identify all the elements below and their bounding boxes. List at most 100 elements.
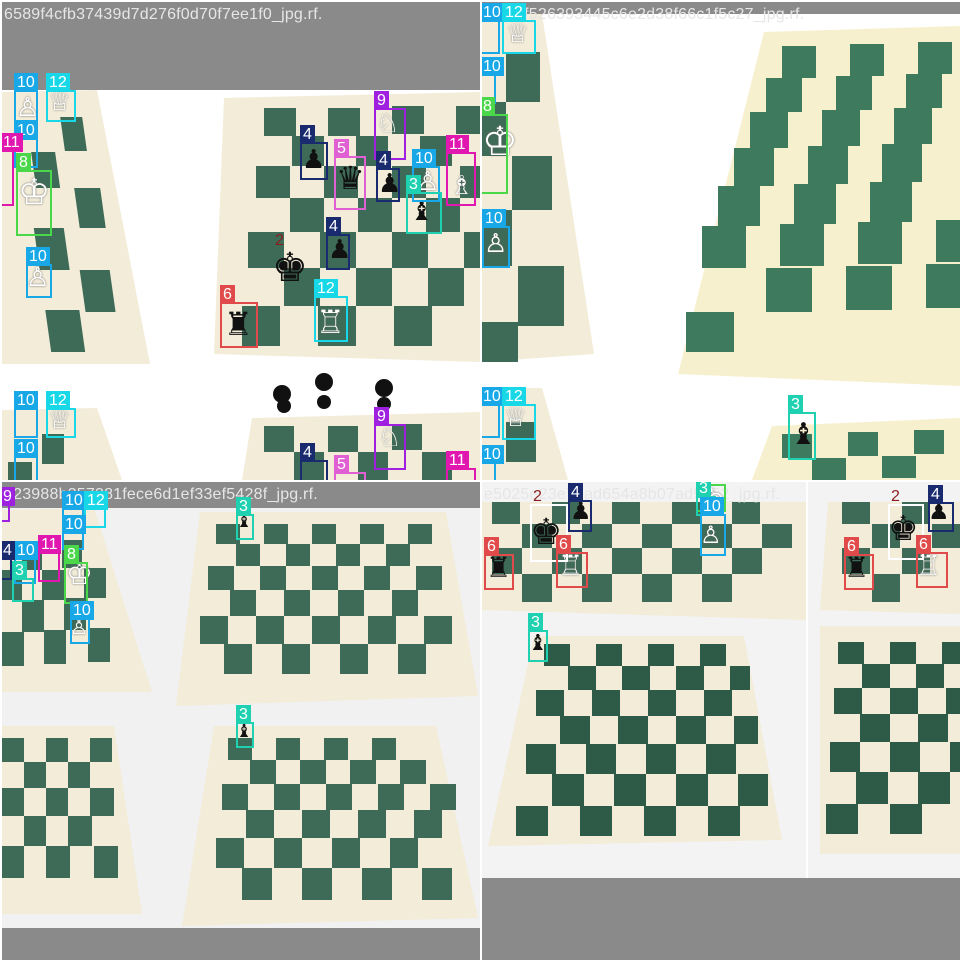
mosaic-divider-horizontal (0, 480, 960, 482)
detection-label: 2 (891, 488, 900, 505)
detection-label: 3 (788, 395, 803, 414)
mosaic-tile-2: f9c5ef526393445c6e2d38f66c1f5c27_jpg.rf.… (482, 2, 960, 480)
mosaic-tile-3: 123988b357381fece6d1ef33ef5428f_jpg.rf. … (2, 482, 480, 960)
detection-label: 12 (314, 279, 338, 298)
detection-box: 12 (502, 3, 536, 54)
detection-box: 10 (482, 3, 504, 54)
detection-box: 5 (334, 455, 366, 480)
detection-label: 5 (334, 139, 349, 158)
detection-label: 10 (14, 541, 38, 560)
detection-label: 11 (38, 535, 61, 554)
detection-label: 10 (482, 57, 504, 76)
detection-box: 5 (334, 139, 366, 210)
detection-label: 8 (64, 545, 79, 564)
detection-box: 9 (2, 487, 15, 522)
detection-label: 11 (446, 451, 469, 470)
detection-label: 11 (446, 135, 469, 154)
detection-label: 2 (275, 232, 284, 249)
detection-label: 8 (482, 97, 495, 116)
detection-label: 9 (2, 487, 15, 506)
detection-box: 12 (314, 279, 348, 342)
detection-box: 3 (12, 561, 34, 602)
detection-box: 10 (14, 439, 38, 480)
detection-box: 6 (220, 285, 258, 348)
detection-label: 9 (374, 91, 389, 110)
detection-box: 10 (482, 445, 504, 480)
detection-label: 6 (556, 535, 571, 554)
tile-3-filename: 123988b357381fece6d1ef33ef5428f_jpg.rf. (4, 486, 318, 503)
detection-box: 11 (38, 535, 61, 582)
detection-label: 3 (696, 482, 711, 498)
detection-label: 6 (484, 537, 499, 556)
detection-box: 10 (14, 73, 38, 122)
detection-label: 4 (2, 541, 15, 560)
detection-label: 12 (84, 491, 108, 510)
detection-label: 10 (26, 247, 50, 266)
detection-box: 10 (482, 209, 510, 268)
detection-box: 4 (376, 151, 400, 202)
detection-label: 4 (326, 217, 341, 236)
detection-box: 8 (482, 97, 508, 194)
detection-box: 10 (70, 601, 94, 644)
detection-label: 10 (482, 3, 504, 22)
detection-box: 6 (844, 537, 874, 590)
detection-label: 3 (528, 613, 543, 632)
detection-box: 4 (568, 483, 592, 532)
detection-label: 12 (502, 387, 526, 406)
detection-box: 6 (916, 535, 948, 588)
detection-label: 12 (502, 3, 526, 22)
detection-box: 4 (928, 485, 954, 532)
detection-box: 11 (446, 451, 476, 480)
detection-box: 10 (700, 497, 726, 556)
detection-label: 3 (236, 497, 251, 516)
detection-label: 9 (374, 407, 389, 426)
detection-label: 4 (376, 151, 391, 170)
detection-box: 3 (406, 175, 442, 234)
detection-label: 10 (14, 73, 38, 92)
detection-box: 12 (84, 491, 108, 528)
detection-box: 6 (556, 535, 588, 588)
detection-box: 3 (528, 613, 548, 662)
detection-label: 3 (236, 705, 251, 724)
tile-1-filename: 6589f4cfb37439d7d276f0d70f7ee1f0_jpg.rf. (4, 6, 323, 23)
detection-label: 5 (334, 455, 349, 474)
detection-label: 4 (300, 125, 315, 144)
detection-box: 6 (484, 537, 514, 590)
detection-label: 3 (406, 175, 421, 194)
detection-box: 10 (26, 247, 52, 298)
detection-label: 10 (482, 445, 504, 464)
detection-box: 11 (446, 135, 476, 206)
detection-box: 3 (236, 705, 254, 748)
detection-box: 4 (326, 217, 350, 270)
detection-label: 10 (412, 149, 436, 168)
detection-label: 10 (482, 387, 504, 406)
detection-label: 10 (62, 515, 86, 534)
detection-label: 10 (14, 391, 38, 410)
detection-box: 3 (236, 497, 254, 540)
mosaic-tile-1: 6589f4cfb37439d7d276f0d70f7ee1f0_jpg.rf.… (2, 2, 480, 480)
detection-box: 12 (46, 73, 76, 122)
detection-label: 8 (16, 153, 31, 172)
detection-box: 10 (14, 391, 38, 438)
detection-label: 12 (46, 391, 70, 410)
tile-4-filename: e5025e23e7ead654a8b07ad9d52_jpg.rf. (484, 486, 781, 503)
detection-label: 2 (533, 488, 542, 505)
detection-box: 11 (2, 133, 23, 206)
detection-box: 10 (482, 387, 504, 438)
mosaic-tile-4: e5025e23e7ead654a8b07ad9d52_jpg.rf. ♚ ♟ … (482, 482, 960, 960)
detection-label: 4 (568, 483, 583, 502)
detection-box: 4 (300, 443, 328, 480)
detection-label: 6 (916, 535, 931, 554)
detection-box: 2 (272, 232, 312, 310)
detection-label: 10 (482, 209, 506, 228)
detection-box: 9 (374, 407, 406, 470)
detection-label: 10 (700, 497, 724, 516)
tile-2-photo (482, 2, 960, 480)
detection-box: 3 (788, 395, 816, 460)
detection-label: 4 (300, 443, 315, 462)
detection-box: 8 (16, 153, 52, 236)
detection-label: 3 (12, 561, 27, 580)
detection-box: 8 (64, 545, 88, 604)
detection-label: 12 (46, 73, 70, 92)
detection-label: 10 (14, 439, 38, 458)
